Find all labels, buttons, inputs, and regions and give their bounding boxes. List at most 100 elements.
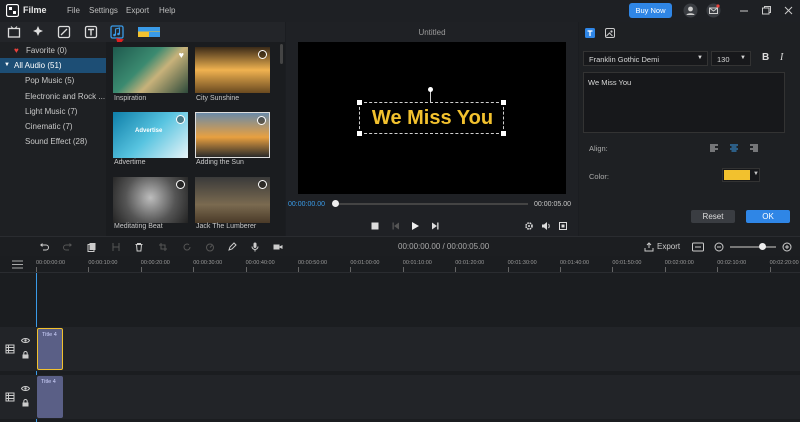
preview-screen[interactable]: We Miss You <box>298 42 566 194</box>
export-button[interactable]: Export <box>657 242 680 251</box>
download-icon[interactable] <box>257 116 266 125</box>
export-icon[interactable] <box>644 242 654 252</box>
category-cinematic[interactable]: Cinematic (7) <box>0 119 106 134</box>
category-light-music[interactable]: Light Music (7) <box>0 104 106 119</box>
title-clip[interactable]: Title 4 <box>37 376 63 418</box>
resize-handle[interactable] <box>357 131 362 136</box>
ok-button[interactable]: OK <box>746 210 790 223</box>
stop-icon[interactable] <box>370 221 380 231</box>
ruler-tick-label: 00:02:00:00 <box>664 260 694 266</box>
thumb-inspiration[interactable]: ♥ <box>113 47 188 93</box>
title-clip[interactable]: Title 4 <box>37 328 63 370</box>
zoom-in-icon[interactable] <box>782 242 792 252</box>
scrubber-knob[interactable] <box>332 200 339 207</box>
track-menu-icon[interactable] <box>12 260 23 269</box>
play-icon[interactable] <box>410 221 420 231</box>
font-family-select[interactable]: Franklin Gothic Demi ▼ <box>583 51 708 66</box>
mail-icon[interactable] <box>706 3 721 18</box>
microphone-icon[interactable] <box>250 242 260 252</box>
step-forward-icon[interactable] <box>430 221 440 231</box>
step-back-icon[interactable] <box>391 221 401 231</box>
transition-icon[interactable] <box>57 25 71 39</box>
thumb-adding-the-sun[interactable] <box>195 112 270 158</box>
chevron-down-icon: ▼ <box>697 55 703 61</box>
text-icon[interactable] <box>84 25 98 39</box>
ruler-tick-mark <box>507 267 509 272</box>
buy-now-button[interactable]: Buy Now <box>629 3 672 18</box>
eye-icon[interactable] <box>21 385 30 392</box>
resize-handle[interactable] <box>501 100 506 105</box>
settings-gear-icon[interactable] <box>524 221 534 231</box>
eye-icon[interactable] <box>21 337 30 344</box>
download-icon[interactable] <box>176 180 185 189</box>
lock-icon[interactable] <box>22 399 29 407</box>
lock-icon[interactable] <box>22 351 29 359</box>
edit-pen-icon[interactable] <box>227 242 237 252</box>
delete-icon[interactable] <box>134 242 144 252</box>
split-screen-icon[interactable] <box>137 25 161 39</box>
user-icon[interactable] <box>683 3 698 18</box>
ruler-tick-mark <box>350 267 352 272</box>
thumb-advertime[interactable]: Advertise <box>113 112 188 158</box>
label-inspiration: Inspiration <box>114 95 147 102</box>
favorite-heart-icon[interactable]: ♥ <box>179 50 184 60</box>
media-scrollbar[interactable] <box>280 44 283 64</box>
ruler-tick-label: 00:00:50:00 <box>298 260 328 266</box>
minimize-icon[interactable] <box>737 3 752 18</box>
thumb-meditating-beat[interactable] <box>113 177 188 223</box>
caption-box[interactable]: We Miss You <box>357 100 506 136</box>
bold-button[interactable]: B <box>762 52 769 63</box>
restore-icon[interactable] <box>759 3 774 18</box>
volume-icon[interactable] <box>541 221 551 231</box>
preview-scrubber[interactable] <box>334 203 528 205</box>
category-sound-effect[interactable]: Sound Effect (28) <box>0 134 106 149</box>
split-icon[interactable] <box>111 242 121 252</box>
image-tab-icon[interactable] <box>605 28 615 38</box>
effects-icon[interactable] <box>31 25 45 39</box>
category-electronic-rock[interactable]: Electronic and Rock ... <box>0 89 106 104</box>
reset-button[interactable]: Reset <box>691 210 735 223</box>
ruler-tick-label: 00:02:20:00 <box>769 260 799 266</box>
speed-icon[interactable] <box>205 242 215 252</box>
timeline-ruler[interactable]: 00:00:00:00 00:00:10:00 00:00:20:00 00:00:3… <box>0 256 800 273</box>
undo-icon[interactable] <box>39 242 49 252</box>
category-all-audio[interactable]: ▼ All Audio (51) <box>0 58 106 73</box>
align-right-icon[interactable] <box>749 143 759 153</box>
align-center-icon[interactable] <box>729 143 739 153</box>
italic-button[interactable]: I <box>780 52 783 63</box>
align-left-icon[interactable] <box>709 143 719 153</box>
zoom-slider[interactable] <box>730 246 776 248</box>
zoom-slider-knob[interactable] <box>759 243 766 250</box>
category-favorite[interactable]: ♥ Favorite (0) <box>0 43 106 58</box>
font-size-select[interactable]: 130 ▼ <box>711 51 751 66</box>
thumb-jack-the-lumberer[interactable] <box>195 177 270 223</box>
crop-icon[interactable] <box>158 242 168 252</box>
camera-icon[interactable] <box>273 242 283 252</box>
resize-handle[interactable] <box>501 131 506 136</box>
media-icon[interactable] <box>7 25 21 39</box>
download-icon[interactable] <box>258 180 267 189</box>
color-picker[interactable]: ▼ <box>722 168 760 182</box>
rotate-icon[interactable] <box>182 242 192 252</box>
menu-file[interactable]: File <box>67 6 80 15</box>
menu-settings[interactable]: Settings <box>89 6 118 15</box>
fit-timeline-icon[interactable] <box>692 242 704 252</box>
resize-handle[interactable] <box>357 100 362 105</box>
caption-text-input[interactable]: We Miss You <box>583 72 785 133</box>
color-label: Color: <box>589 172 610 181</box>
download-icon[interactable] <box>176 115 185 124</box>
text-tab-icon[interactable] <box>585 28 595 38</box>
timeline-tracks: Title 4 Title 4 <box>0 273 800 422</box>
close-icon[interactable] <box>781 3 796 18</box>
zoom-out-icon[interactable] <box>714 242 724 252</box>
download-icon[interactable] <box>258 50 267 59</box>
category-pop-music[interactable]: Pop Music (5) <box>0 73 106 88</box>
fullscreen-icon[interactable] <box>558 221 568 231</box>
copy-icon[interactable] <box>87 242 97 252</box>
menu-help[interactable]: Help <box>159 6 175 15</box>
thumb-city-sunshine[interactable] <box>195 47 270 93</box>
rotate-handle[interactable] <box>428 87 433 92</box>
ruler-tick-mark <box>298 267 299 272</box>
redo-icon[interactable] <box>63 242 73 252</box>
menu-export[interactable]: Export <box>126 6 149 15</box>
